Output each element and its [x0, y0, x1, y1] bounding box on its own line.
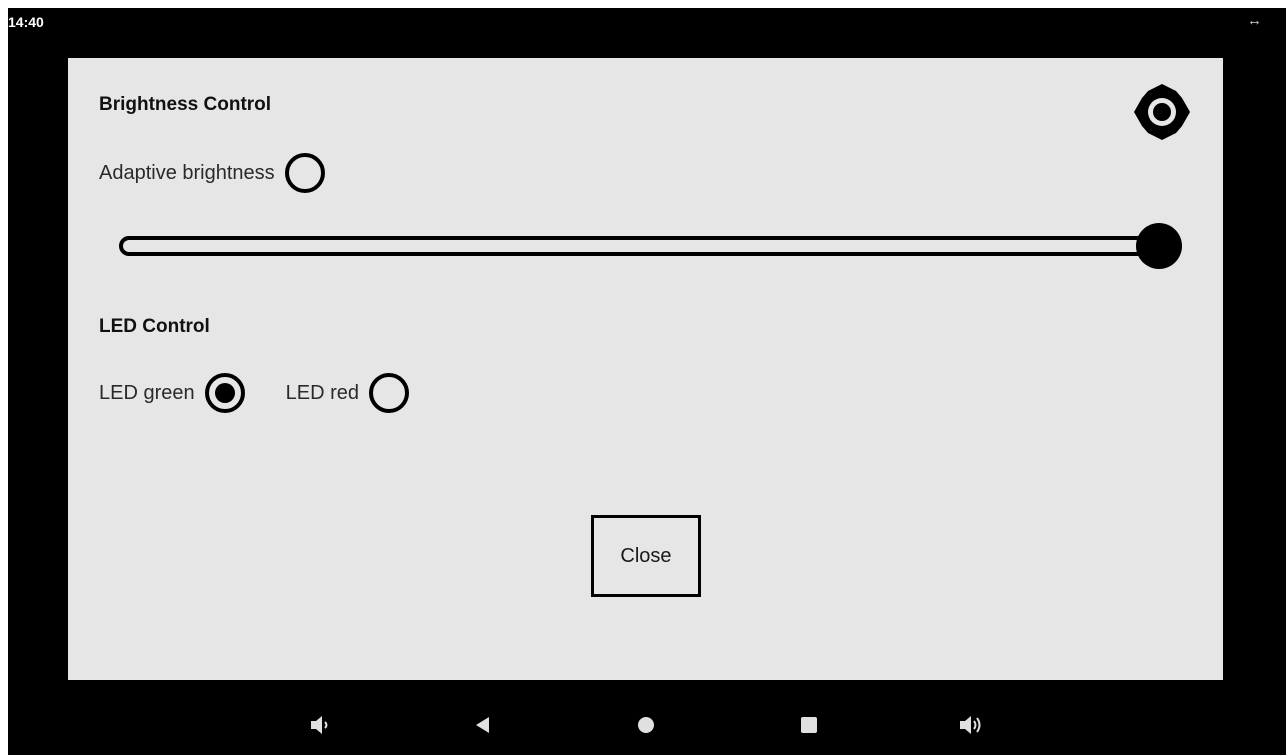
status-bar: 14:40 ↔ — [8, 8, 1286, 38]
adaptive-brightness-row: Adaptive brightness — [99, 149, 325, 197]
back-icon[interactable] — [468, 710, 498, 740]
resize-icon: ↔ — [1247, 12, 1262, 29]
brightness-section-title: Brightness Control — [99, 94, 272, 115]
adaptive-brightness-radio[interactable] — [284, 153, 325, 193]
brightness-slider[interactable] — [119, 223, 1182, 269]
led-red-radio[interactable] — [369, 373, 409, 413]
brightness-icon — [1132, 82, 1192, 142]
device-screen: 14:40 ↔ Brightness Control Adaptive brig… — [8, 8, 1286, 755]
navigation-bar — [8, 698, 1286, 755]
home-icon[interactable] — [631, 710, 661, 740]
status-time: 14:40 — [8, 14, 44, 30]
led-section-title: LED Control — [99, 316, 210, 337]
led-options-row: LED green LED red — [99, 369, 409, 417]
led-green-radio[interactable] — [204, 373, 245, 413]
adaptive-brightness-label: Adaptive brightness — [99, 161, 275, 184]
settings-dialog: Brightness Control Adaptive brightness L… — [68, 58, 1223, 680]
slider-track — [119, 236, 1159, 256]
slider-thumb[interactable] — [1136, 223, 1182, 269]
volume-up-icon[interactable] — [956, 710, 986, 740]
radio-selected-dot — [214, 383, 235, 403]
recents-icon[interactable] — [794, 710, 824, 740]
close-button[interactable]: Close — [591, 515, 701, 597]
led-green-label: LED green — [99, 381, 195, 404]
led-red-label: LED red — [285, 381, 359, 404]
volume-down-icon[interactable] — [305, 710, 335, 740]
